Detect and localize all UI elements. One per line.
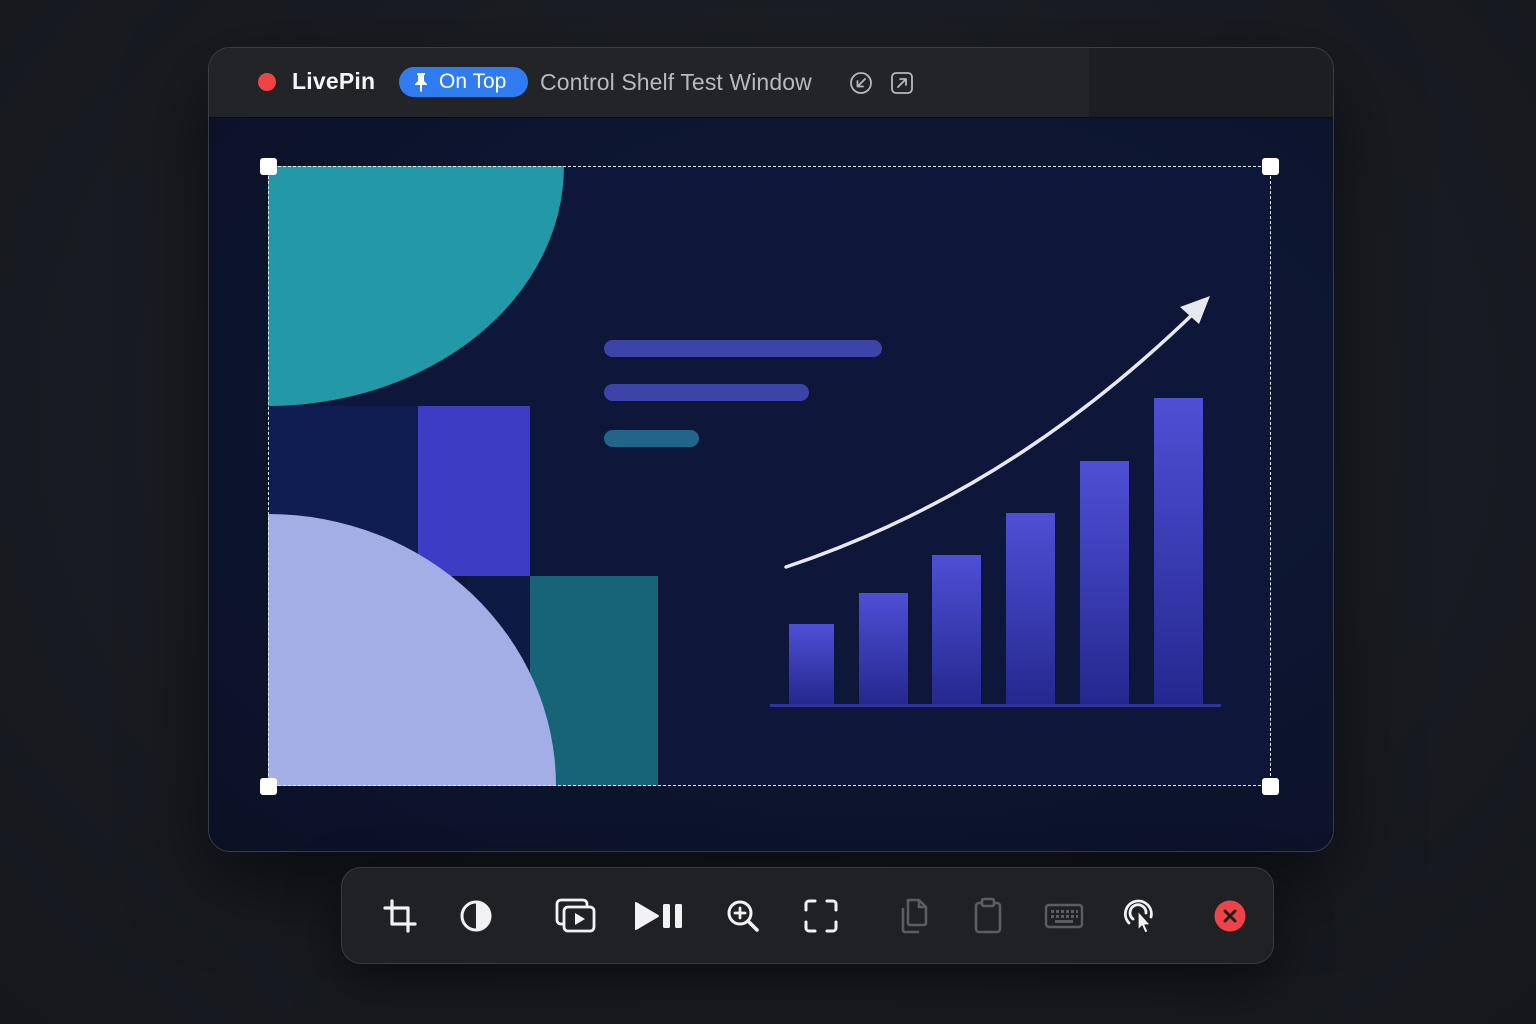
zoom-in-button[interactable]: [719, 892, 767, 940]
fullscreen-icon: [804, 899, 838, 933]
media-play-icon: [555, 898, 596, 933]
window-close-dot[interactable]: [258, 73, 276, 91]
text-line-1: [604, 340, 882, 357]
copy-button[interactable]: [891, 892, 939, 940]
clipboard-icon: [974, 897, 1002, 934]
chart-bar-1: [789, 624, 834, 705]
app-name: LivePin: [292, 68, 376, 94]
title-bar-drag-area[interactable]: [1089, 48, 1333, 117]
copy-icon: [901, 898, 928, 934]
crop-handle-bottom-right[interactable]: [1262, 778, 1279, 795]
media-play-button[interactable]: [552, 892, 600, 940]
chart-bar-3: [932, 555, 981, 705]
chart-bar-5: [1080, 461, 1129, 705]
title-bar[interactable]: LivePin On Top Control Shelf Test Window: [209, 48, 1333, 118]
click-through-icon: [1123, 899, 1153, 934]
crop-button[interactable]: [376, 892, 424, 940]
text-line-3: [604, 430, 699, 447]
crop-handle-top-right[interactable]: [1262, 158, 1279, 175]
crop-handle-bottom-left[interactable]: [260, 778, 277, 795]
crop-handle-top-left[interactable]: [260, 158, 277, 175]
pin-icon: [415, 73, 427, 92]
close-icon: [1214, 900, 1246, 932]
keyboard-button[interactable]: [1040, 892, 1088, 940]
window-title: Control Shelf Test Window: [540, 69, 812, 95]
contrast-button[interactable]: [452, 892, 500, 940]
on-top-label: On Top: [439, 70, 507, 93]
shrink-arrow-icon[interactable]: [849, 71, 873, 95]
chart-bar-6: [1154, 398, 1203, 705]
keyboard-icon: [1044, 903, 1084, 929]
livepin-window[interactable]: LivePin On Top Control Shelf Test Window: [208, 47, 1334, 852]
content-canvas[interactable]: [209, 118, 1333, 851]
open-external-icon[interactable]: [890, 71, 914, 95]
chart-bar-2: [859, 593, 908, 705]
chart-baseline: [770, 704, 1221, 707]
preview-illustration: [268, 166, 1271, 786]
crop-icon: [383, 899, 417, 933]
chart-bar-4: [1006, 513, 1055, 705]
control-shelf: [341, 867, 1274, 964]
fullscreen-button[interactable]: [797, 892, 845, 940]
indigo-block: [418, 406, 530, 576]
zoom-in-icon: [727, 900, 759, 932]
play-pause-button[interactable]: [633, 892, 687, 940]
on-top-badge[interactable]: On Top: [399, 67, 528, 97]
clipboard-button[interactable]: [964, 892, 1012, 940]
close-shelf-button[interactable]: [1206, 892, 1254, 940]
desktop-background: LivePin On Top Control Shelf Test Window: [0, 0, 1536, 1024]
contrast-icon: [460, 900, 492, 932]
pinned-image-preview[interactable]: [268, 166, 1271, 786]
text-line-2: [604, 384, 809, 401]
click-through-button[interactable]: [1116, 892, 1164, 940]
play-pause-icon: [635, 902, 682, 930]
